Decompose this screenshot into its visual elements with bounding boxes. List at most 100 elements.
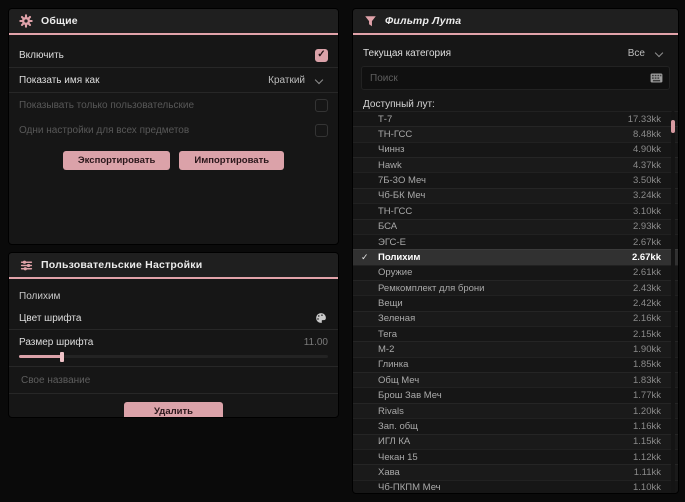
loot-list-item[interactable]: ✓ Чекан 15 1.12kk [353,448,678,464]
loot-item-value: 2.93kk [633,221,661,233]
loot-list-item[interactable]: ✓ Оружие 2.61kk [353,264,678,280]
loot-list-item[interactable]: ✓ Глинка 1.85kk [353,356,678,372]
custom-name-input[interactable] [19,373,328,387]
selected-check-icon: ✓ [361,251,369,262]
selected-item-row: Полихим [9,289,338,303]
loot-item-name: Зеленая [378,313,416,325]
import-button[interactable]: Импортировать [179,151,285,170]
setting-label: Одни настройки для всех предметов [19,125,190,136]
loot-item-name: Чекан 15 [378,451,418,463]
loot-item-name: Зап. общ [378,420,418,432]
gear-icon [19,14,33,28]
loot-list-item[interactable]: ✓ Полихим 2.67kk [353,249,678,265]
delete-button[interactable]: Удалить [124,402,223,417]
loot-list-item[interactable]: ✓ Общ Меч 1.83kk [353,372,678,387]
enable-checkbox[interactable] [315,48,328,62]
export-button[interactable]: Экспортировать [62,151,171,170]
setting-label: Показать имя как [19,74,100,86]
loot-item-value: 1.20kk [633,405,661,417]
panel-loot-filter: Фильтр Лута Текущая категория Все Поиск … [352,8,679,494]
loot-item-value: 1.10kk [633,482,661,494]
loot-item-value: 3.10kk [633,205,661,217]
loot-list-item[interactable]: ✓ Зап. общ 1.16kk [353,418,678,433]
loot-list-item[interactable]: ✓ Rivals 1.20kk [353,402,678,418]
category-dropdown[interactable]: Все [624,46,668,61]
loot-item-name: Чиннз [378,144,405,156]
loot-item-name: Чб-ПКПМ Меч [378,482,441,494]
font-color-label: Цвет шрифта [19,312,82,324]
app-root: Общие Включить Показать имя как Краткий … [0,0,685,502]
palette-icon[interactable] [314,311,328,325]
setting-label: Включить [19,49,64,61]
loot-item-value: 2.67kk [631,251,661,263]
loot-item-name: Hawk [378,159,402,171]
loot-list-item[interactable]: ✓ Ремкомплект для брони 2.43kk [353,279,678,295]
loot-item-name: БСА [378,221,398,233]
search-box [361,66,670,90]
loot-item-name: ИГЛ КА [378,436,411,448]
loot-item-value: 2.61kk [633,267,661,279]
loot-list-item[interactable]: ✓ Т-7 17.33kk [353,111,678,126]
loot-item-name: ТН-ГСС [378,205,413,217]
chevron-down-icon [315,76,324,85]
scrollbar-thumb[interactable] [671,120,675,133]
loot-list-item[interactable]: ✓ ЭГС-Е 2.67kk [353,233,678,249]
loot-list-item[interactable]: ✓ Чиннз 4.90kk [353,141,678,157]
chevron-down-icon [655,49,664,58]
setting-row-custom-only: Показывать только пользовательские [9,95,338,116]
search-input[interactable] [368,71,643,85]
loot-item-name: М-2 [378,344,395,356]
name-mode-dropdown[interactable]: Краткий [264,73,328,88]
loot-list-item[interactable]: ✓ Hawk 4.37kk [353,157,678,172]
loot-item-name: Полихим [378,251,421,263]
category-label: Текущая категория [363,47,452,59]
loot-item-value: 1.12kk [633,451,661,463]
loot-list-item[interactable]: ✓ ТН-ГСС 8.48kk [353,126,678,141]
panel-custom-settings: Пользовательские Настройки Полихим Цвет … [8,252,339,418]
panel-general: Общие Включить Показать имя как Краткий … [8,8,339,245]
slider-thumb[interactable] [60,351,65,362]
loot-list-item[interactable]: ✓ 7Б-3О Меч 3.50kk [353,172,678,187]
panel-custom-header: Пользовательские Настройки [9,253,338,279]
loot-item-value: 3.50kk [633,175,661,187]
loot-list-item[interactable]: ✓ БСА 2.93kk [353,218,678,234]
loot-item-name: Тега [378,328,398,340]
loot-list-item[interactable]: ✓ Брош Зав Меч 1.77kk [353,387,678,402]
divider [9,393,338,394]
loot-item-value: 4.90kk [633,144,661,156]
setting-label: Показывать только пользовательские [19,100,194,111]
loot-list-item[interactable]: ✓ ИГЛ КА 1.15kk [353,433,678,449]
loot-item-value: 1.15kk [633,436,661,448]
loot-item-value: 8.48kk [633,129,661,141]
setting-row-name-mode: Показать имя как Краткий [9,68,338,92]
dropdown-value: Краткий [268,74,305,86]
funnel-icon [363,14,377,28]
loot-list-item[interactable]: ✓ Вещи 2.42kk [353,295,678,310]
loot-scrollbar[interactable] [671,111,675,493]
font-size-slider[interactable] [19,351,328,362]
loot-item-value: 2.67kk [633,236,661,248]
loot-item-name: Ремкомплект для брони [378,282,485,294]
keyboard-icon[interactable] [649,71,663,85]
loot-list-item[interactable]: ✓ Зеленая 2.16kk [353,310,678,326]
custom-only-checkbox[interactable] [315,99,328,112]
setting-row-same-settings: Одни настройки для всех предметов [9,120,338,141]
loot-item-value: 3.24kk [633,190,661,202]
setting-row-enable: Включить [9,43,338,67]
font-size-row: Размер шрифта 11.00 [9,334,338,351]
same-settings-checkbox[interactable] [315,124,328,137]
loot-list-item[interactable]: ✓ Чб-ПКПМ Меч 1.10kk [353,479,678,494]
loot-list-item[interactable]: ✓ ТН-ГСС 3.10kk [353,203,678,218]
loot-list-item[interactable]: ✓ М-2 1.90kk [353,341,678,356]
loot-item-value: 1.77kk [633,390,661,402]
dropdown-value: Все [627,47,645,59]
loot-item-name: 7Б-3О Меч [378,175,426,187]
category-row: Текущая категория Все [353,40,678,66]
user-settings-icon [19,258,33,272]
loot-list-item[interactable]: ✓ Чб-БК Меч 3.24kk [353,187,678,203]
loot-list-item[interactable]: ✓ Хава 1.11kk [353,464,678,479]
loot-item-name: ЭГС-Е [378,236,406,248]
panel-general-header: Общие [9,9,338,35]
loot-list-item[interactable]: ✓ Тега 2.15kk [353,326,678,341]
font-size-value: 11.00 [303,337,328,348]
